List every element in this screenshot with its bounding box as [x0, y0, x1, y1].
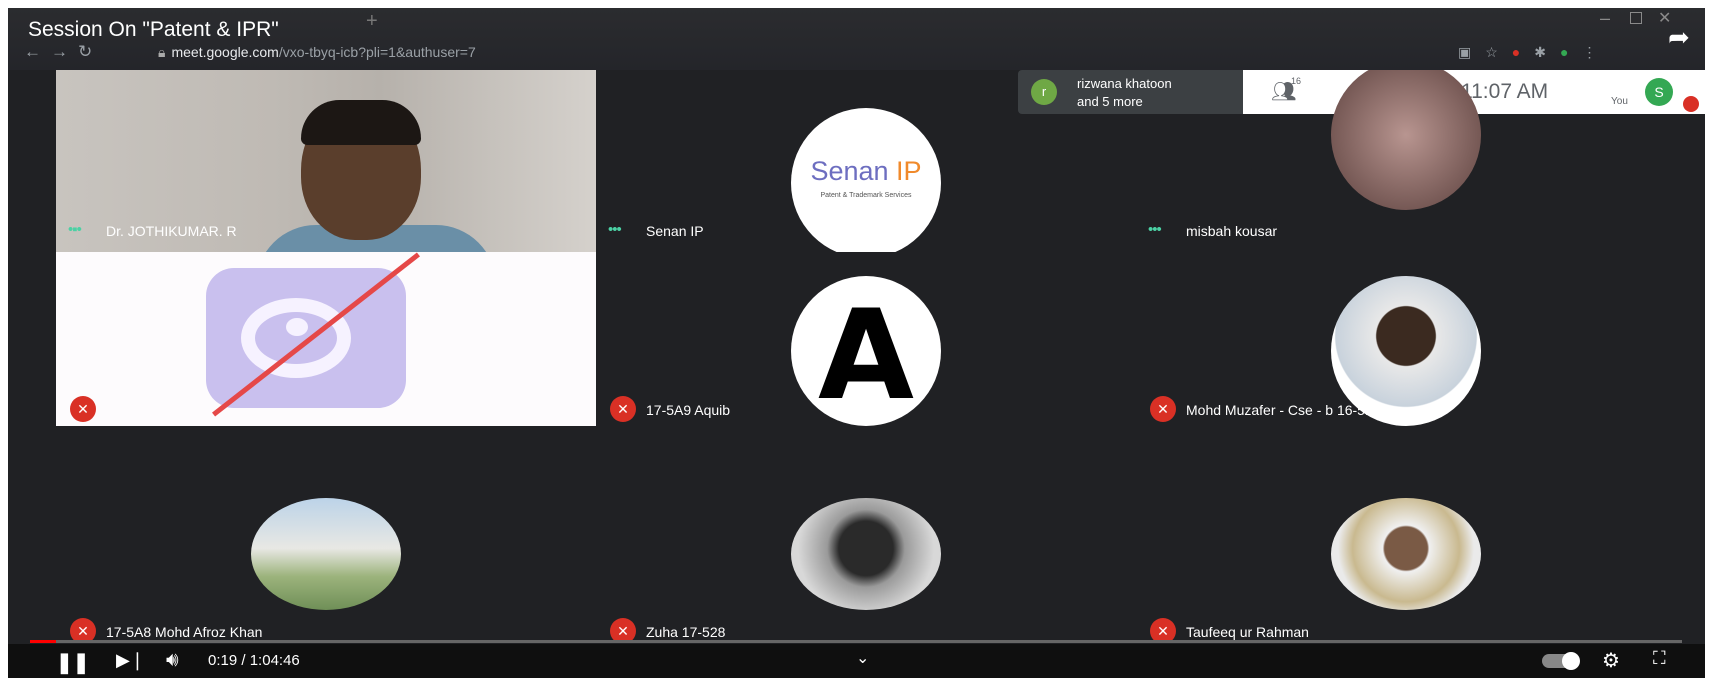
participant-tile[interactable]: Senan IP Patent & Trademark Services •••…	[596, 70, 1136, 252]
mic-off-icon	[1683, 96, 1699, 112]
next-button[interactable]: ▶❘	[116, 650, 145, 671]
new-tab-icon[interactable]: +	[366, 10, 378, 33]
exit-fullscreen-icon[interactable]: ⛶	[1653, 648, 1666, 669]
puzzle-icon[interactable]: ✱	[1534, 44, 1560, 60]
logo-text: Senan IP	[810, 156, 922, 186]
browser-nav: ←→↻	[24, 42, 102, 62]
address-bar[interactable]: 🔒︎ meet.google.com/vxo-tbyq-icb?pli=1&aut…	[158, 44, 476, 61]
speaking-icon: •▪•	[68, 221, 82, 238]
participant-tile[interactable]: ••• misbah kousar	[1136, 70, 1676, 252]
mic-off-icon: ✕	[610, 618, 636, 640]
mic-off-icon: ✕	[70, 396, 96, 422]
avatar-letter: A	[818, 284, 914, 426]
participant-name: 17-5A8 Mohd Afroz Khan	[106, 624, 263, 640]
participant-name: Taufeeq ur Rahman	[1186, 624, 1309, 640]
participant-name: Mohd Muzafer - Cse - b 16-5D7	[1186, 402, 1383, 418]
back-icon[interactable]: ←	[24, 42, 51, 61]
avatar	[791, 498, 941, 610]
camera-lens-highlight	[286, 318, 308, 336]
speaking-icon: •••	[608, 221, 622, 238]
avatar: A	[791, 276, 941, 426]
autoplay-toggle[interactable]	[1542, 652, 1580, 670]
mic-off-icon: ✕	[1150, 618, 1176, 640]
mic-off-icon: ✕	[70, 618, 96, 640]
participant-name: 17-5A9 Aquib	[646, 402, 731, 418]
maximize-icon[interactable]	[1630, 12, 1642, 24]
participant-tile[interactable]: ✕ Taufeeq ur Rahman	[1136, 426, 1676, 640]
senan-ip-logo: Senan IP Patent & Trademark Services	[791, 108, 941, 252]
reload-icon[interactable]: ↻	[78, 42, 102, 61]
participant-tile[interactable]: ✕	[56, 252, 596, 426]
star-icon[interactable]: ☆	[1485, 44, 1512, 60]
profile-icon[interactable]: ●	[1560, 44, 1582, 60]
time-display: 0:19 / 1:04:46	[208, 652, 300, 669]
video-frame: Session On "Patent & IPR" + – ✕ ➦ ←→↻ 🔒︎…	[8, 8, 1705, 678]
participant-tile[interactable]: ✕ Mohd Muzafer - Cse - b 16-5D7	[1136, 252, 1676, 426]
avatar	[251, 498, 401, 610]
player-controls: ❚❚ ▶❘ 🔊︎ 0:19 / 1:04:46 ⌄ ⚙ ⛶	[8, 644, 1705, 678]
participant-tile[interactable]: ✕ 17-5A8 Mohd Afroz Khan	[56, 426, 596, 640]
cast-icon[interactable]: ▣	[1458, 44, 1485, 60]
extension-icon[interactable]: ●	[1512, 44, 1534, 60]
participant-tile[interactable]: •▪• Dr. JOTHIKUMAR. R	[56, 70, 596, 252]
camera-lens-icon	[241, 298, 351, 378]
participant-name: Dr. JOTHIKUMAR. R	[106, 223, 237, 239]
avatar	[1331, 498, 1481, 610]
extension-icons: ▣☆●✱●⋮	[1458, 44, 1610, 61]
mic-off-icon: ✕	[610, 396, 636, 422]
url-path: /vxo-tbyq-icb?pli=1&authuser=7	[278, 44, 476, 60]
url-host: meet.google.com	[171, 44, 279, 60]
volume-icon[interactable]: 🔊︎	[166, 649, 179, 672]
logo-tagline: Patent & Trademark Services	[820, 192, 912, 199]
chevron-down-icon[interactable]: ⌄	[856, 648, 869, 668]
minimize-icon[interactable]: –	[1600, 8, 1610, 29]
gear-icon[interactable]: ⚙	[1602, 648, 1620, 673]
participant-tile[interactable]: ✕ Zuha 17-528	[596, 426, 1136, 640]
lock-icon: 🔒︎	[158, 44, 166, 60]
participant-tile[interactable]: A ✕ 17-5A9 Aquib	[596, 252, 1136, 426]
progress-bar[interactable]	[30, 640, 1682, 643]
forward-icon[interactable]: →	[51, 42, 78, 61]
browser-chrome: Session On "Patent & IPR" + – ✕ ➦ ←→↻ 🔒︎…	[8, 8, 1705, 70]
share-icon[interactable]: ➦	[1668, 22, 1690, 53]
mic-off-icon: ✕	[1150, 396, 1176, 422]
speaking-icon: •••	[1148, 221, 1162, 238]
participant-hair	[301, 100, 421, 145]
avatar	[1331, 70, 1481, 210]
video-title: Session On "Patent & IPR"	[28, 18, 279, 41]
participant-name: misbah kousar	[1186, 223, 1278, 239]
progress-fill	[30, 640, 56, 643]
participant-name: Zuha 17-528	[646, 624, 726, 640]
pause-button[interactable]: ❚❚	[56, 650, 90, 675]
participant-name: Senan IP	[646, 223, 704, 239]
menu-icon[interactable]: ⋮	[1582, 44, 1610, 60]
